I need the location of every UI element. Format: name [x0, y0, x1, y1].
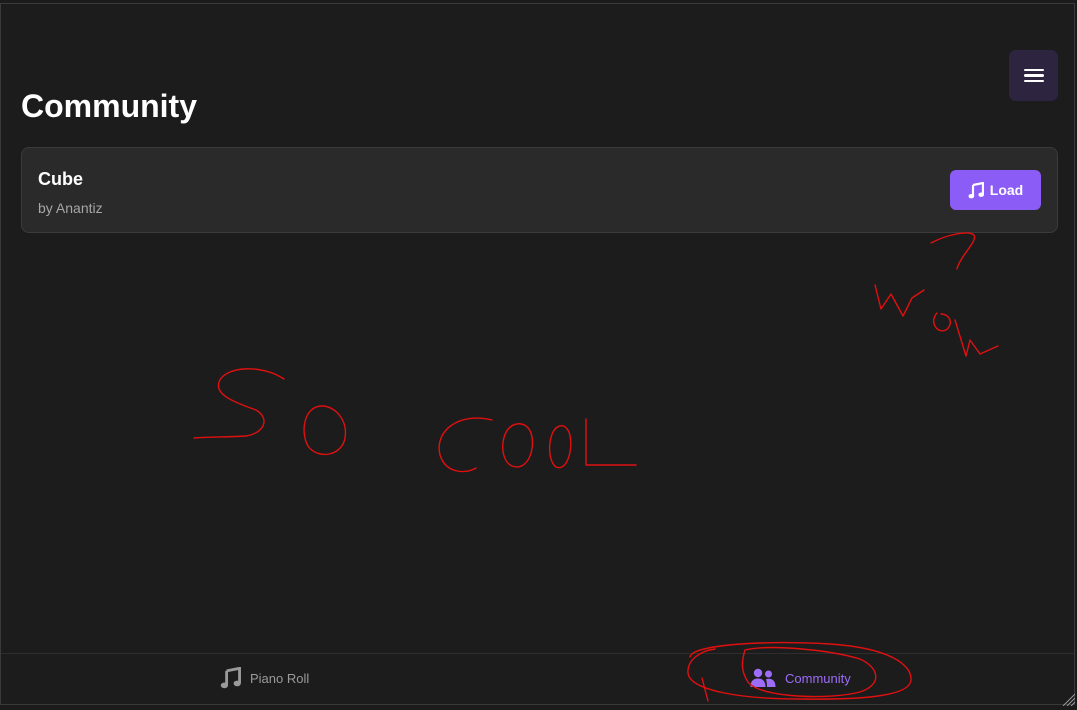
page-title: Community: [21, 88, 197, 124]
users-icon: [750, 668, 776, 687]
nav-item-piano-roll[interactable]: Piano Roll: [220, 654, 309, 702]
music-note-icon: [968, 181, 984, 198]
menu-button[interactable]: [1009, 50, 1058, 101]
music-note-icon: [220, 667, 241, 689]
resize-grip-icon[interactable]: [1061, 692, 1075, 706]
hamburger-menu-icon: [1023, 68, 1044, 83]
load-button-label: Load: [989, 182, 1024, 198]
song-author: by Anantiz: [38, 200, 103, 216]
nav-item-label: Piano Roll: [250, 670, 310, 686]
nav-item-label: Community: [785, 670, 851, 686]
bottom-nav: Piano Roll Community: [1, 653, 1074, 702]
nav-item-community[interactable]: Community: [750, 654, 851, 702]
song-title: Cube: [38, 169, 83, 189]
load-button[interactable]: Load: [950, 170, 1041, 210]
song-card: Cube by Anantiz Load: [21, 147, 1058, 233]
